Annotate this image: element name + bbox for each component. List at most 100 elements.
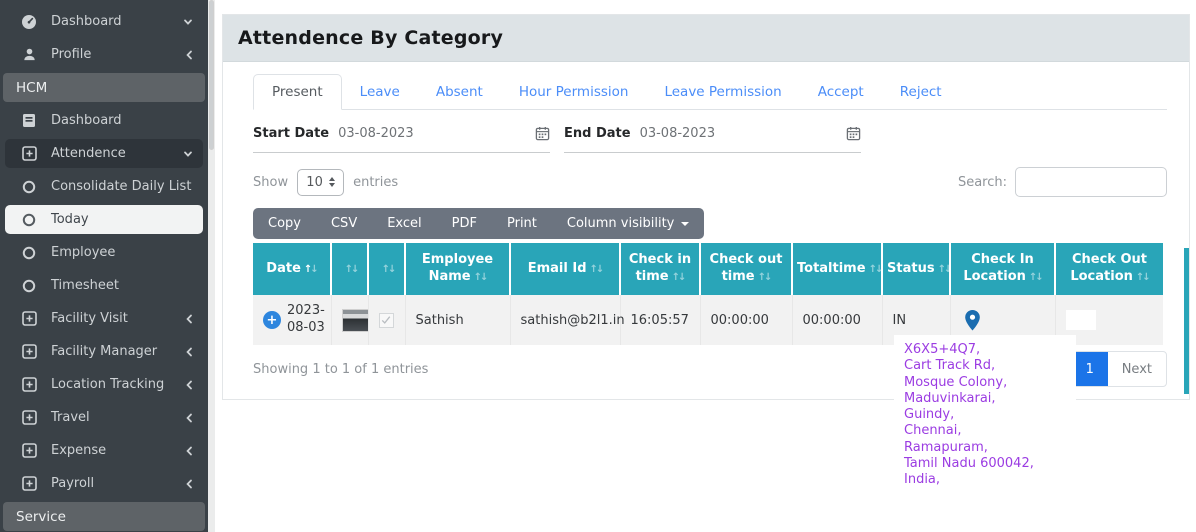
sidebar-item-today[interactable]: Today <box>5 205 203 234</box>
sidebar-item-facility-visit[interactable]: Facility Visit <box>5 304 203 333</box>
sort-icon: ↑↓ <box>1029 272 1042 283</box>
chevron-left-icon <box>185 413 193 423</box>
column-header-email-id[interactable]: Email Id↑↓ <box>510 243 620 295</box>
end-date-label: End Date <box>564 126 631 141</box>
column-header-photo[interactable]: ↑↓ <box>331 243 368 295</box>
csv-button[interactable]: CSV <box>316 208 372 239</box>
sidebar-item-facility-manager[interactable]: Facility Manager <box>5 337 203 366</box>
sidebar-section-label: HCM <box>16 80 47 96</box>
chevron-left-icon <box>185 50 193 60</box>
export-toolbar: Copy CSV Excel PDF Print Column visibili… <box>253 208 704 239</box>
sort-icon: ↑↓ <box>1136 272 1149 283</box>
tab-present[interactable]: Present <box>253 74 342 110</box>
tooltip-line: Chennai, <box>904 423 1066 439</box>
plus-square-icon <box>20 311 38 326</box>
attendance-card: Attendence By Category Present Leave Abs… <box>222 14 1190 400</box>
sidebar-item-attendence[interactable]: Attendence <box>5 139 203 168</box>
email-id-cell: sathish@b2l1.in <box>510 295 620 345</box>
sidebar-item-label: Today <box>51 212 193 227</box>
sidebar-item-consolidate-daily-list[interactable]: Consolidate Daily List <box>5 172 203 201</box>
sort-icon: ↑↓ <box>345 264 358 275</box>
print-button[interactable]: Print <box>492 208 552 239</box>
card-header: Attendence By Category <box>223 15 1189 62</box>
tooltip-line: Tamil Nadu 600042, <box>904 456 1066 472</box>
sidebar-item-label: Consolidate Daily List <box>51 179 193 194</box>
sidebar-section-label: Service <box>16 509 66 525</box>
column-header-employee-name[interactable]: Employee Name↑↓ <box>405 243 510 295</box>
plus-square-icon <box>20 344 38 359</box>
sidebar-item-label: Location Tracking <box>51 377 172 392</box>
sidebar-item-label: Timesheet <box>51 278 193 293</box>
chevron-left-icon <box>185 314 193 324</box>
tab-leave-permission[interactable]: Leave Permission <box>646 75 799 109</box>
sidebar-section-service: Service <box>3 502 205 531</box>
end-date-field[interactable]: End Date 03-08-2023 <box>564 126 861 153</box>
page-title: Attendence By Category <box>238 27 503 49</box>
start-date-field[interactable]: Start Date 03-08-2023 <box>253 126 550 153</box>
column-header-check-in-time[interactable]: Check in time↑↓ <box>620 243 700 295</box>
map-pin-icon[interactable] <box>961 310 1045 331</box>
sidebar-item-travel[interactable]: Travel <box>5 403 203 432</box>
attendance-table: Date↑↓ ↑↓ ↑↓ Employee Name↑↓ Email Id↑↓ … <box>253 243 1163 345</box>
column-header-check-out-time[interactable]: Check out time↑↓ <box>700 243 792 295</box>
tab-leave[interactable]: Leave <box>342 75 418 109</box>
column-header-date[interactable]: Date↑↓ <box>253 243 331 295</box>
pdf-button[interactable]: PDF <box>437 208 492 239</box>
next-page-button[interactable]: Next <box>1108 352 1166 386</box>
check-in-time-cell: 16:05:57 <box>620 295 700 345</box>
sidebar-item-expense[interactable]: Expense <box>5 436 203 465</box>
employee-photo-thumbnail[interactable] <box>342 309 372 332</box>
radio-circle-icon <box>20 180 38 194</box>
sidebar-item-label: Dashboard <box>51 14 170 29</box>
tooltip-line: Maduvinkarai, <box>904 391 1066 407</box>
photo-cell <box>331 295 368 345</box>
start-date-label: Start Date <box>253 126 329 141</box>
column-header-status[interactable]: Status↑↓ <box>882 243 950 295</box>
column-header-check-in-location[interactable]: Check In Location↑↓ <box>950 243 1055 295</box>
sidebar-item-payroll[interactable]: Payroll <box>5 469 203 498</box>
date-filter-row: Start Date 03-08-2023 End Date 03-08-202… <box>253 126 1167 153</box>
date-value: 2023-08-03 <box>287 303 325 337</box>
expand-row-button[interactable]: + <box>263 311 281 329</box>
excel-button[interactable]: Excel <box>372 208 436 239</box>
sort-icon: ↑↓ <box>382 264 395 275</box>
table-controls-row: Show 10 entries Search: <box>253 167 1167 197</box>
entries-summary: Showing 1 to 1 of 1 entries <box>253 362 428 377</box>
speedometer-icon <box>20 14 38 30</box>
sidebar-item-location-tracking[interactable]: Location Tracking <box>5 370 203 399</box>
column-header-totaltime[interactable]: Totaltime↑↓ <box>792 243 882 295</box>
page-number-button[interactable]: 1 <box>1072 352 1108 386</box>
show-entries-group: Show 10 entries <box>253 169 398 196</box>
table-overflow-column-sliver <box>1184 248 1189 394</box>
sidebar-item-employee[interactable]: Employee <box>5 238 203 267</box>
column-header-flag[interactable]: ↑↓ <box>368 243 405 295</box>
sidebar-item-timesheet[interactable]: Timesheet <box>5 271 203 300</box>
page-size-select[interactable]: 10 <box>297 169 344 196</box>
chevron-left-icon <box>185 479 193 489</box>
plus-square-icon <box>20 410 38 425</box>
tooltip-line: Cart Track Rd, <box>904 358 1066 374</box>
sidebar-item-hcm-dashboard[interactable]: Dashboard <box>5 106 203 135</box>
entries-label: entries <box>353 175 398 190</box>
sidebar-item-profile[interactable]: Profile <box>5 40 203 69</box>
sidebar-item-dashboard[interactable]: Dashboard <box>5 7 203 36</box>
chevron-left-icon <box>185 446 193 456</box>
sort-icon: ↑↓ <box>758 272 771 283</box>
sort-icon: ↑↓ <box>590 264 603 275</box>
sidebar-scrollbar[interactable] <box>208 0 215 532</box>
tab-reject[interactable]: Reject <box>882 75 960 109</box>
tab-absent[interactable]: Absent <box>418 75 501 109</box>
column-header-check-out-location[interactable]: Check Out Location↑↓ <box>1055 243 1163 295</box>
calendar-icon[interactable] <box>535 126 550 141</box>
checkmark-image-icon[interactable] <box>379 313 394 328</box>
copy-button[interactable]: Copy <box>253 208 316 239</box>
column-visibility-button[interactable]: Column visibility <box>552 208 705 239</box>
check-in-location-tooltip: X6X5+4Q7, Cart Track Rd, Mosque Colony, … <box>894 335 1076 496</box>
main-content: Attendence By Category Present Leave Abs… <box>215 0 1196 532</box>
tab-accept[interactable]: Accept <box>800 75 882 109</box>
show-label: Show <box>253 175 288 190</box>
check-out-time-cell: 00:00:00 <box>700 295 792 345</box>
search-input[interactable] <box>1015 167 1167 197</box>
calendar-icon[interactable] <box>846 126 861 141</box>
tab-hour-permission[interactable]: Hour Permission <box>501 75 647 109</box>
